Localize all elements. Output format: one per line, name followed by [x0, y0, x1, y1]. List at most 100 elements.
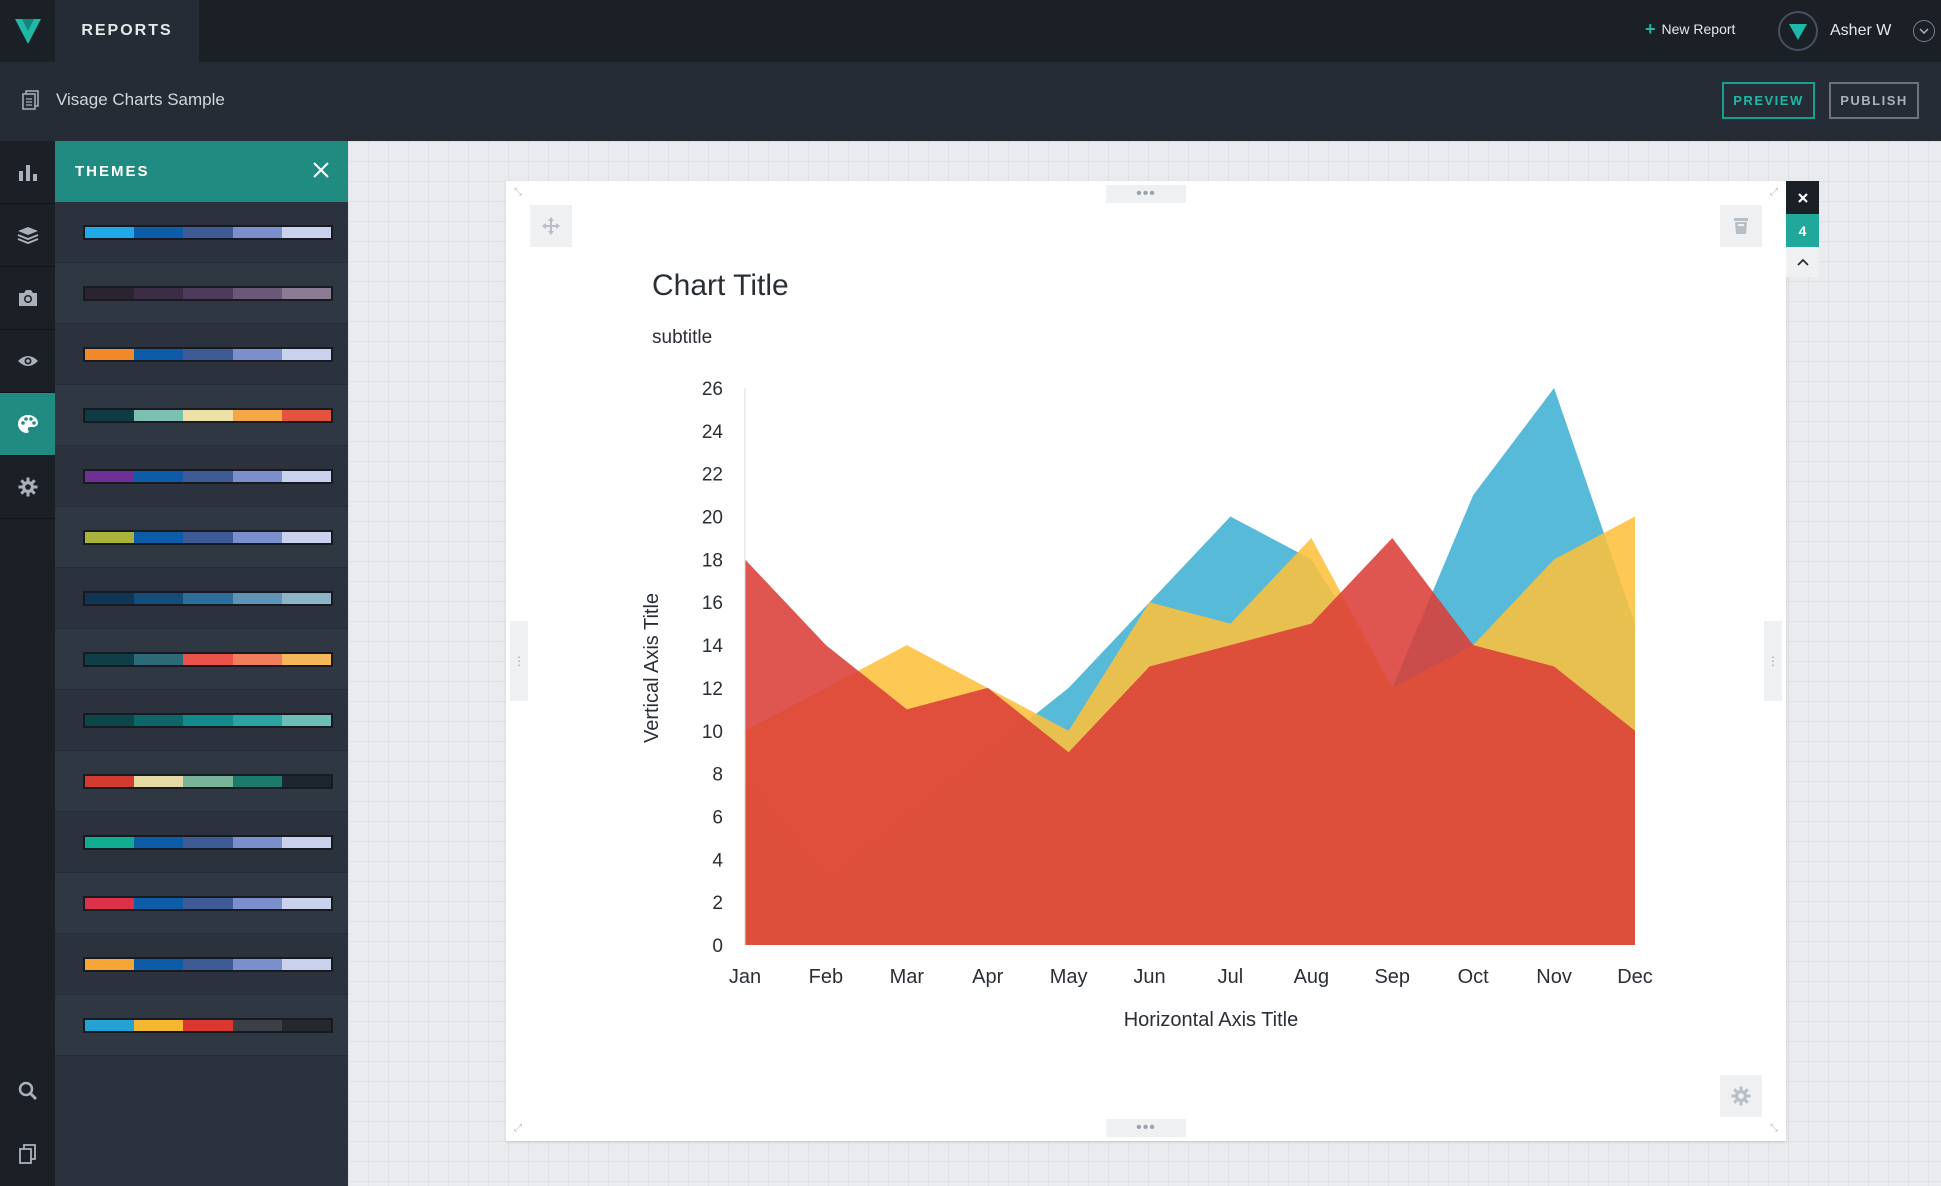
theme-option[interactable]	[55, 263, 348, 324]
gear-icon	[18, 477, 37, 497]
theme-swatch	[83, 285, 333, 301]
user-name: Asher W	[1830, 22, 1892, 39]
theme-swatch	[83, 224, 333, 240]
collapse-button[interactable]	[1786, 247, 1819, 277]
rail-item-layers[interactable]	[0, 204, 55, 267]
theme-option[interactable]	[55, 629, 348, 690]
chart-widget[interactable]: ⤡ ⤢ ⤢ ⤡ ••• ••• ⋮ ⋮ Chart Title subtitle…	[506, 181, 1786, 1141]
swatch-color	[183, 287, 233, 299]
document-title[interactable]: Visage Charts Sample	[56, 90, 225, 110]
user-menu[interactable]: Asher W	[1778, 11, 1936, 51]
x-tick-label: Oct	[1458, 966, 1490, 988]
y-tick-label: 20	[702, 508, 723, 529]
left-rail	[0, 141, 55, 1186]
swatch-color	[134, 958, 184, 970]
x-tick-label: Jun	[1133, 966, 1165, 988]
swatch-color	[134, 775, 184, 787]
swatch-color	[232, 531, 282, 543]
theme-swatch	[83, 590, 333, 606]
swatch-color	[281, 409, 332, 421]
x-tick-label: Nov	[1536, 966, 1572, 988]
y-tick-label: 0	[712, 936, 723, 957]
theme-option[interactable]	[55, 446, 348, 507]
y-tick-label: 26	[702, 379, 723, 400]
rail-item-preview[interactable]	[0, 330, 55, 393]
x-axis-title: Horizontal Axis Title	[1124, 1009, 1299, 1031]
swatch-color	[232, 775, 282, 787]
new-report-button[interactable]: + New Report	[1645, 20, 1735, 38]
swatch-color	[232, 897, 282, 909]
swatch-color	[281, 958, 332, 970]
y-axis-ticks: 02468101214161820222426	[702, 379, 724, 957]
y-tick-label: 12	[702, 679, 723, 700]
theme-option[interactable]	[55, 385, 348, 446]
theme-option[interactable]	[55, 873, 348, 934]
swatch-color	[85, 226, 135, 238]
copy-icon	[18, 1143, 36, 1164]
theme-option[interactable]	[55, 690, 348, 751]
swatch-color	[134, 592, 184, 604]
close-icon[interactable]	[312, 161, 330, 183]
swatch-color	[134, 653, 184, 665]
y-tick-label: 10	[702, 722, 723, 743]
theme-option[interactable]	[55, 568, 348, 629]
themes-panel: THEMES	[55, 141, 348, 1186]
rail-item-snapshot[interactable]	[0, 267, 55, 330]
rail-item-search[interactable]	[0, 1059, 55, 1122]
swatch-color	[281, 775, 332, 787]
y-tick-label: 6	[712, 807, 723, 828]
swatch-color	[85, 714, 135, 726]
swatch-color	[134, 714, 184, 726]
swatch-color	[281, 287, 332, 299]
layers-icon	[17, 227, 38, 244]
theme-option[interactable]	[55, 751, 348, 812]
theme-option[interactable]	[55, 202, 348, 263]
swatch-color	[134, 226, 184, 238]
theme-swatch	[83, 834, 333, 850]
camera-icon	[18, 290, 37, 306]
theme-swatch	[83, 468, 333, 484]
swatch-color	[232, 653, 282, 665]
theme-option[interactable]	[55, 812, 348, 873]
swatch-color	[281, 226, 332, 238]
swatch-color	[183, 226, 233, 238]
series-layer	[745, 388, 1635, 945]
rail-item-settings[interactable]	[0, 456, 55, 519]
swatch-color	[183, 592, 233, 604]
theme-option[interactable]	[55, 324, 348, 385]
rail-item-charts[interactable]	[0, 141, 55, 204]
chevron-down-icon[interactable]	[1913, 20, 1936, 42]
swatch-color	[134, 836, 184, 848]
theme-swatch	[83, 529, 333, 545]
publish-button[interactable]: PUBLISH	[1829, 82, 1919, 119]
preview-button[interactable]: PREVIEW	[1722, 82, 1815, 119]
swatch-color	[183, 958, 233, 970]
swatch-color	[281, 897, 332, 909]
app-logo[interactable]	[0, 0, 55, 62]
swatch-color	[85, 775, 135, 787]
y-tick-label: 18	[702, 550, 723, 571]
rail-item-themes[interactable]	[0, 393, 55, 456]
swatch-color	[85, 348, 135, 360]
theme-option[interactable]	[55, 934, 348, 995]
y-tick-label: 22	[702, 465, 723, 486]
swatch-color	[232, 1019, 282, 1031]
rail-item-pages[interactable]	[0, 1122, 55, 1185]
swatch-color	[85, 1019, 135, 1031]
document-icon	[22, 90, 40, 115]
swatch-color	[281, 653, 332, 665]
themes-header: THEMES	[55, 141, 348, 202]
swatch-color	[281, 714, 332, 726]
plus-icon: +	[1645, 19, 1656, 39]
palette-icon	[17, 415, 38, 433]
widget-count-badge[interactable]: 4	[1786, 214, 1819, 247]
close-icon	[1797, 192, 1808, 203]
theme-option[interactable]	[55, 507, 348, 568]
eye-icon	[17, 356, 38, 366]
tab-reports[interactable]: REPORTS	[55, 0, 199, 62]
theme-swatch	[83, 651, 333, 667]
theme-option[interactable]	[55, 995, 348, 1056]
close-widget-button[interactable]	[1786, 181, 1819, 214]
widget-side-controls: 4	[1786, 181, 1819, 277]
logo-icon	[1789, 24, 1807, 40]
